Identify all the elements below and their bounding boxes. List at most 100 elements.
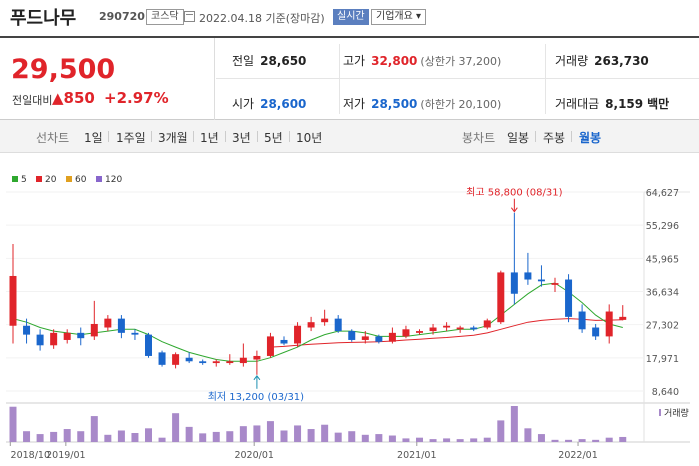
candle-body <box>375 336 383 342</box>
price-summary: 29,500 전일대비 ▲850 +2.97% 전일 28,650 고가 32,80… <box>0 36 699 120</box>
tab-candle-chart[interactable]: 봉차트 <box>462 129 495 146</box>
candle-body <box>524 272 532 280</box>
tab-1day[interactable]: 1일 <box>84 129 103 146</box>
tab-5year[interactable]: 5년 <box>264 129 283 146</box>
candle-body <box>470 327 478 330</box>
volume-bar <box>172 413 180 442</box>
candlesticks <box>9 212 627 375</box>
tab-line-chart[interactable]: 선차트 <box>36 129 69 146</box>
candle-body <box>537 279 545 282</box>
candle-body <box>36 334 44 346</box>
candle-body <box>510 272 518 294</box>
candle-body <box>402 329 410 337</box>
lower-limit: (하한가 20,100) <box>420 98 502 111</box>
tab-weekly[interactable]: 주봉 <box>543 129 565 146</box>
volume-bar <box>537 434 545 442</box>
candle <box>63 329 71 344</box>
change-amount: 850 <box>63 89 95 107</box>
candle <box>23 318 31 344</box>
candle <box>348 329 356 342</box>
candle <box>266 332 274 358</box>
candle-body <box>348 331 356 340</box>
volume-bar <box>321 424 329 442</box>
tab-separator <box>108 131 109 142</box>
candle <box>50 329 58 349</box>
open-value: 28,600 <box>260 97 307 111</box>
volume-bar <box>226 431 234 442</box>
candle <box>131 329 139 340</box>
up-arrow-icon: ▲ <box>52 89 64 107</box>
candle <box>605 304 613 344</box>
volume-bar <box>185 426 193 442</box>
realtime-button[interactable]: 실시간 <box>333 9 369 25</box>
x-tick-label: 2021/01 <box>397 450 436 461</box>
tab-separator <box>193 131 194 142</box>
candle <box>172 352 180 369</box>
volume-bar <box>266 421 274 442</box>
stock-code: 290720 <box>99 10 145 23</box>
candle-body <box>104 318 112 328</box>
volume-label: 거래량 <box>664 407 689 419</box>
annotations: 최고 58,800 (08/31) 최저 13,200 (03/31) <box>208 187 563 403</box>
candle-body <box>388 332 396 342</box>
tab-separator <box>225 131 226 142</box>
y-tick-label: 55,296 <box>646 221 679 232</box>
volume-bars: 거래량 <box>9 406 689 442</box>
tab-1week[interactable]: 1주일 <box>116 129 146 146</box>
candle-body <box>443 325 451 328</box>
candle <box>388 327 396 344</box>
tab-1year[interactable]: 1년 <box>200 129 219 146</box>
change-label: 전일대비 <box>12 94 53 107</box>
chevron-down-icon: ▾ <box>416 11 422 22</box>
candle-body <box>131 332 139 335</box>
tab-3year[interactable]: 3년 <box>232 129 251 146</box>
volume-label: 거래량 <box>555 54 589 68</box>
volume-bar <box>592 439 600 442</box>
tab-monthly[interactable]: 월봉 <box>579 129 601 146</box>
tab-separator <box>289 131 290 142</box>
candle <box>158 350 166 367</box>
x-axis: 2018/102019/01 2020/01 2021/01 2022/01 <box>9 442 598 461</box>
volume-bar <box>117 430 125 442</box>
volume-bar <box>77 431 85 442</box>
volume-bar <box>334 432 342 442</box>
x-tick-label: 2022/01 <box>558 450 597 461</box>
volume-bar <box>402 438 410 442</box>
company-info-dropdown[interactable]: 기업개요 ▾ <box>371 9 427 25</box>
y-tick-label: 27,302 <box>646 321 679 332</box>
price-chart[interactable]: 64,627 55,296 45,965 36,634 27,302 17,971 8,64… <box>0 180 699 466</box>
volume-bar <box>510 406 518 442</box>
candle <box>524 252 532 285</box>
candle <box>280 336 288 346</box>
prev-close-label: 전일 <box>232 54 255 68</box>
candle <box>239 343 247 367</box>
tab-daily[interactable]: 일봉 <box>507 129 529 146</box>
candle <box>294 322 302 348</box>
candle-body <box>253 355 261 360</box>
volume-bar <box>388 435 396 442</box>
y-tick-label: 8,640 <box>652 387 679 398</box>
candle <box>334 315 342 333</box>
y-tick-label: 17,971 <box>646 354 679 365</box>
volume-bar <box>483 437 491 442</box>
change-percent: +2.97% <box>104 89 169 107</box>
volume-bar <box>524 428 532 442</box>
volume-bar <box>416 437 423 442</box>
candle <box>104 315 112 332</box>
candle-body <box>23 325 31 335</box>
candle-body <box>416 331 423 333</box>
company-info-label: 기업개요 <box>376 11 413 22</box>
volume-bar <box>619 436 627 442</box>
current-price: 29,500 <box>11 54 116 85</box>
candle <box>117 315 125 339</box>
candle <box>443 322 451 332</box>
candle <box>565 274 573 323</box>
tab-10year[interactable]: 10년 <box>296 129 322 146</box>
tab-3month[interactable]: 3개월 <box>158 129 188 146</box>
candle <box>145 332 152 358</box>
candle-body <box>199 361 207 364</box>
volume-bar <box>429 439 437 442</box>
candle-body <box>307 322 315 328</box>
volume-bar <box>199 433 207 442</box>
amount-unit: 백만 <box>647 97 670 111</box>
